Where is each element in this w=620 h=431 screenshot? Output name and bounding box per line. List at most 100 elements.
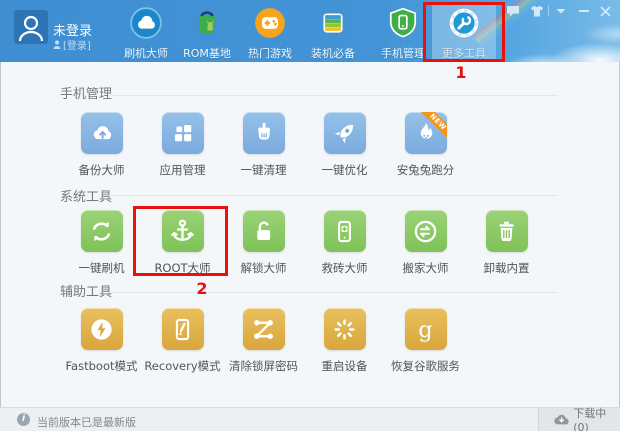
gear-wrench-icon	[447, 6, 481, 40]
anchor-icon	[169, 218, 196, 245]
tool-uninstall-builtin[interactable]: 卸载内置	[466, 210, 547, 276]
tool-label: ROOT大师	[154, 260, 210, 276]
speech-bubble-icon	[506, 5, 520, 18]
shield-phone-icon	[386, 6, 420, 40]
tool-recovery-mode[interactable]: Recovery模式	[142, 308, 223, 374]
dropdown-arrow-button[interactable]	[556, 5, 566, 17]
header: 未登录 [登录] 刷机大师 ROM基地	[0, 0, 620, 62]
tab-label: 手机管理	[371, 45, 435, 61]
tool-label: 恢复谷歌服务	[391, 358, 460, 374]
google-g-icon: g	[412, 316, 439, 343]
tshirt-icon	[530, 5, 544, 17]
section-divider	[108, 195, 558, 196]
login-label: [登录]	[63, 37, 91, 52]
login-person-icon	[53, 40, 61, 49]
tools-row-aux-tools: Fastboot模式 Recovery模式 清除锁屏密码	[61, 308, 466, 374]
app-window: 未登录 [登录] 刷机大师 ROM基地	[0, 0, 620, 431]
cloud-upload-icon	[89, 120, 115, 146]
unlock-icon	[250, 218, 277, 245]
tab-label: 刷机大师	[114, 45, 178, 61]
section-divider	[108, 292, 558, 293]
tab-hot-games[interactable]: 热门游戏	[238, 2, 302, 60]
refresh-icon	[88, 218, 115, 245]
tool-label: Fastboot模式	[66, 358, 138, 374]
brush-icon	[251, 120, 277, 146]
app-grid-icon	[170, 120, 196, 146]
tool-backup-master[interactable]: 备份大师	[61, 112, 142, 178]
tools-row-phone-manage: 备份大师 应用管理 一键清理	[61, 112, 466, 178]
tool-label: 搬家大师	[403, 260, 449, 276]
tool-label: 卸载内置	[484, 260, 530, 276]
avatar[interactable]	[14, 10, 48, 44]
section-divider	[108, 95, 558, 96]
section-title-phone-manage: 手机管理	[60, 83, 112, 102]
tool-label: 应用管理	[160, 162, 206, 178]
pattern-lock-icon	[250, 316, 277, 343]
section-title-system-tools: 系统工具	[60, 186, 112, 205]
close-icon	[600, 6, 611, 17]
tab-essential-apps[interactable]: 装机必备	[301, 2, 365, 60]
skin-button[interactable]	[530, 5, 544, 17]
download-manager-button[interactable]: 下载中(0)	[538, 408, 620, 431]
tool-label: 安兔兔跑分	[397, 162, 455, 178]
download-cloud-icon	[552, 413, 570, 427]
section-title-aux-tools: 辅助工具	[60, 281, 112, 300]
tool-move-master[interactable]: 搬家大师	[385, 210, 466, 276]
svg-text:g: g	[418, 316, 432, 342]
tool-label: Recovery模式	[144, 358, 220, 374]
tool-label: 一键优化	[322, 162, 368, 178]
controls-separator	[548, 5, 549, 16]
trash-icon	[493, 218, 520, 245]
tab-phone-manage[interactable]: 手机管理	[371, 2, 435, 60]
tool-label: 清除锁屏密码	[229, 358, 298, 374]
tool-one-key-clean[interactable]: 一键清理	[223, 112, 304, 178]
transfer-arrows-icon	[412, 218, 439, 245]
tool-label: 重启设备	[322, 358, 368, 374]
phone-exclaim-icon	[169, 316, 196, 343]
tool-fastboot-mode[interactable]: Fastboot模式	[61, 308, 142, 374]
tool-one-key-flash[interactable]: 一键刷机	[61, 210, 142, 276]
tool-restore-google[interactable]: g 恢复谷歌服务	[385, 308, 466, 374]
tool-label: 备份大师	[79, 162, 125, 178]
shopping-bag-icon	[190, 6, 224, 40]
tool-root-master[interactable]: ROOT大师	[142, 210, 223, 276]
tab-label: 更多工具	[432, 45, 496, 61]
spinner-icon	[331, 316, 358, 343]
status-bar: i 当前版本已是最新版 下载中(0)	[0, 407, 620, 431]
tool-label: 一键刷机	[79, 260, 125, 276]
info-icon: i	[17, 413, 30, 426]
annotation-number-2: 2	[191, 279, 213, 298]
tab-label: 装机必备	[301, 45, 365, 61]
tab-label: 热门游戏	[238, 45, 302, 61]
tool-label: 一键清理	[241, 162, 287, 178]
close-button[interactable]	[600, 5, 611, 17]
tab-label: ROM基地	[175, 45, 239, 61]
minimize-icon	[579, 6, 589, 16]
tool-app-manage[interactable]: 应用管理	[142, 112, 223, 178]
tool-one-key-optimize[interactable]: 一键优化	[304, 112, 385, 178]
feedback-button[interactable]	[506, 5, 520, 17]
tab-shuaji-dashi[interactable]: 刷机大师	[114, 2, 178, 60]
user-icon	[14, 10, 48, 44]
tab-rom-base[interactable]: ROM基地	[175, 2, 239, 60]
tool-unlock-master[interactable]: 解锁大师	[223, 210, 304, 276]
phone-plus-icon	[331, 218, 358, 245]
chevron-down-icon	[556, 8, 566, 15]
download-status: 下载中(0)	[573, 405, 620, 431]
tool-unbrick-master[interactable]: 救砖大师	[304, 210, 385, 276]
tool-antutu-benchmark[interactable]: NEW 安兔兔跑分	[385, 112, 466, 178]
layers-icon	[316, 6, 350, 40]
rocket-icon	[332, 120, 358, 146]
cloud-flash-icon	[129, 6, 163, 40]
tool-clear-lockscreen[interactable]: 清除锁屏密码	[223, 308, 304, 374]
login-link[interactable]: [登录]	[53, 37, 91, 52]
annotation-number-1: 1	[451, 63, 471, 82]
tool-label: 救砖大师	[322, 260, 368, 276]
lightning-icon	[88, 316, 115, 343]
minimize-button[interactable]	[579, 5, 589, 17]
tool-restart-device[interactable]: 重启设备	[304, 308, 385, 374]
tool-label: 解锁大师	[241, 260, 287, 276]
version-status: 当前版本已是最新版	[37, 414, 136, 430]
tab-more-tools[interactable]: 更多工具	[432, 2, 496, 60]
tools-row-system-tools: 一键刷机 ROOT大师 解锁大师	[61, 210, 547, 276]
